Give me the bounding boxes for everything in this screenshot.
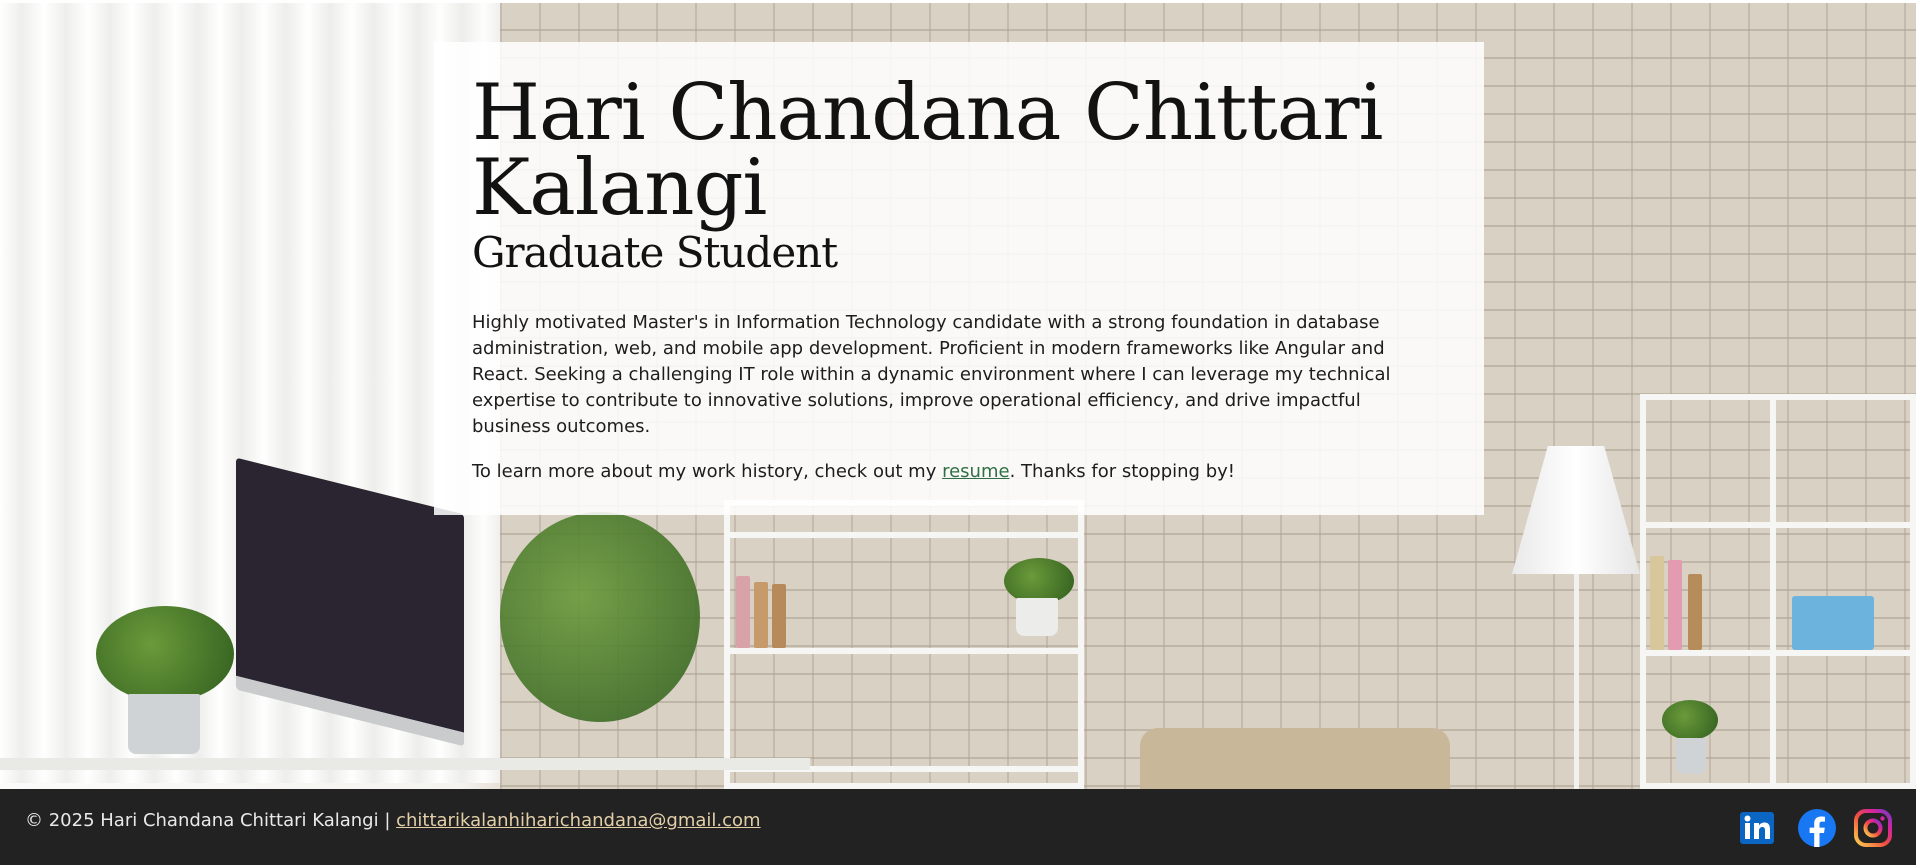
desk bbox=[0, 758, 810, 770]
facebook-icon-graphic bbox=[1798, 809, 1836, 847]
bio-paragraph: Highly motivated Master's in Information… bbox=[472, 312, 1391, 437]
instagram-icon[interactable] bbox=[1853, 808, 1893, 848]
pot-decor bbox=[1016, 598, 1058, 636]
book-decor bbox=[754, 582, 768, 648]
instagram-icon-graphic bbox=[1854, 809, 1892, 847]
shelf-board bbox=[1640, 650, 1916, 656]
shelf-board bbox=[724, 532, 1084, 538]
resume-text-before: To learn more about my work history, che… bbox=[472, 461, 943, 482]
intro-card: Hari Chandana Chittari Kalangi Graduate … bbox=[434, 42, 1484, 515]
floor-lamp-pole bbox=[1574, 574, 1579, 789]
facebook-icon[interactable] bbox=[1797, 808, 1837, 848]
shelf-board bbox=[724, 648, 1084, 654]
footer: © 2025 Hari Chandana Chittari Kalangi | … bbox=[0, 789, 1916, 865]
pot-decor bbox=[1676, 738, 1706, 774]
book-decor bbox=[736, 576, 750, 648]
pot-decor bbox=[128, 694, 200, 754]
linkedin-icon[interactable] bbox=[1738, 808, 1778, 848]
plant-decor bbox=[1662, 700, 1718, 740]
resume-text-after: . Thanks for stopping by! bbox=[1009, 461, 1235, 482]
plant-decor bbox=[96, 606, 234, 702]
linkedin-icon-graphic bbox=[1740, 812, 1774, 844]
footer-copyright: © 2025 Hari Chandana Chittari Kalangi | … bbox=[25, 809, 761, 833]
page-title: Hari Chandana Chittari Kalangi bbox=[472, 68, 1383, 233]
resume-link[interactable]: resume bbox=[942, 461, 1009, 482]
book-decor bbox=[772, 584, 786, 648]
book-decor bbox=[1668, 560, 1682, 650]
shelf-board bbox=[1770, 394, 1776, 789]
plant-decor bbox=[500, 512, 700, 722]
email-link[interactable]: chittarikalanhiharichandana@gmail.com bbox=[396, 810, 760, 831]
shelf-board bbox=[1640, 522, 1916, 528]
copyright-text: © 2025 Hari Chandana Chittari Kalangi | bbox=[25, 810, 397, 831]
book-decor bbox=[1650, 556, 1664, 650]
sofa bbox=[1140, 728, 1450, 789]
resume-paragraph: To learn more about my work history, che… bbox=[472, 459, 1446, 485]
job-title: Graduate Student bbox=[472, 228, 838, 277]
box-decor bbox=[1792, 596, 1874, 650]
book-decor bbox=[1688, 574, 1702, 650]
